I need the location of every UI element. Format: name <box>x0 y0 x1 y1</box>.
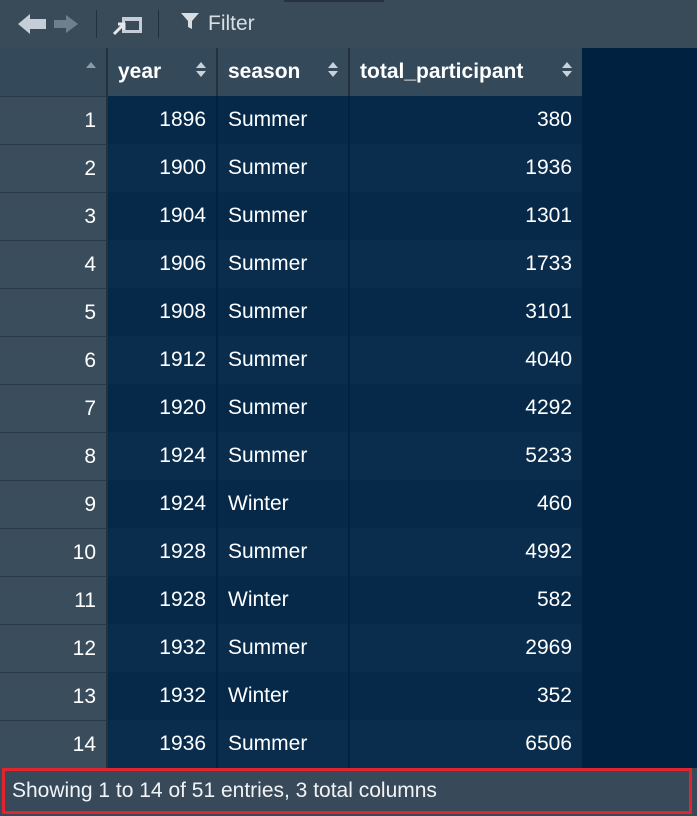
year-cell: 1900 <box>108 144 218 192</box>
row-number-cell: 6 <box>0 336 108 384</box>
sort-icon <box>562 58 572 80</box>
total-participant-cell: 2969 <box>350 624 582 672</box>
year-cell: 1924 <box>108 432 218 480</box>
table-row: 1 1896 Summer 380 <box>0 96 582 144</box>
year-cell: 1936 <box>108 720 218 768</box>
row-number-cell: 14 <box>0 720 108 768</box>
season-cell: Summer <box>218 240 350 288</box>
column-header-label: total_participant <box>360 60 524 83</box>
sort-icon <box>196 58 206 80</box>
year-cell: 1932 <box>108 624 218 672</box>
total-participant-cell: 3101 <box>350 288 582 336</box>
sort-up-icon <box>86 62 96 84</box>
season-cell: Winter <box>218 672 350 720</box>
table-row: 3 1904 Summer 1301 <box>0 192 582 240</box>
total-participant-cell: 582 <box>350 576 582 624</box>
total-participant-cell: 1733 <box>350 240 582 288</box>
year-cell: 1932 <box>108 672 218 720</box>
row-number-cell: 11 <box>0 576 108 624</box>
year-cell: 1908 <box>108 288 218 336</box>
row-number-header[interactable] <box>0 48 108 96</box>
row-number-cell: 7 <box>0 384 108 432</box>
season-cell: Summer <box>218 144 350 192</box>
year-cell: 1906 <box>108 240 218 288</box>
year-cell: 1896 <box>108 96 218 144</box>
status-text: Showing 1 to 14 of 51 entries, 3 total c… <box>12 779 437 802</box>
season-cell: Winter <box>218 480 350 528</box>
season-cell: Summer <box>218 384 350 432</box>
season-cell: Summer <box>218 336 350 384</box>
header-row: year season total_participant <box>0 48 582 96</box>
season-cell: Summer <box>218 192 350 240</box>
table-row: 7 1920 Summer 4292 <box>0 384 582 432</box>
total-participant-cell: 1936 <box>350 144 582 192</box>
table-row: 8 1924 Summer 5233 <box>0 432 582 480</box>
row-number-cell: 2 <box>0 144 108 192</box>
column-header-year[interactable]: year <box>108 48 218 96</box>
row-number-cell: 4 <box>0 240 108 288</box>
year-cell: 1924 <box>108 480 218 528</box>
year-cell: 1904 <box>108 192 218 240</box>
toolbar-separator <box>96 10 97 38</box>
season-cell: Summer <box>218 96 350 144</box>
tab-edge <box>284 0 384 2</box>
season-cell: Summer <box>218 528 350 576</box>
table-row: 14 1936 Summer 6506 <box>0 720 582 768</box>
total-participant-cell: 4292 <box>350 384 582 432</box>
toolbar-separator <box>158 10 159 38</box>
table-row: 13 1932 Winter 352 <box>0 672 582 720</box>
total-participant-cell: 4992 <box>350 528 582 576</box>
season-cell: Summer <box>218 288 350 336</box>
filter-button[interactable]: Filter <box>180 8 255 40</box>
status-highlight-box: Showing 1 to 14 of 51 entries, 3 total c… <box>2 768 692 814</box>
table-row: 11 1928 Winter 582 <box>0 576 582 624</box>
row-number-cell: 10 <box>0 528 108 576</box>
season-cell: Summer <box>218 624 350 672</box>
sort-icon <box>328 58 338 80</box>
status-bar: Showing 1 to 14 of 51 entries, 3 total c… <box>0 768 697 816</box>
year-cell: 1920 <box>108 384 218 432</box>
data-table: year season total_participant 1 1896 Summe… <box>0 48 582 768</box>
season-cell: Winter <box>218 576 350 624</box>
table-row: 5 1908 Summer 3101 <box>0 288 582 336</box>
arrow-right-icon[interactable] <box>52 12 80 41</box>
table-row: 12 1932 Summer 2969 <box>0 624 582 672</box>
total-participant-cell: 6506 <box>350 720 582 768</box>
table-row: 9 1924 Winter 460 <box>0 480 582 528</box>
total-participant-cell: 5233 <box>350 432 582 480</box>
table-row: 10 1928 Summer 4992 <box>0 528 582 576</box>
row-number-cell: 3 <box>0 192 108 240</box>
arrow-left-icon[interactable] <box>16 12 48 41</box>
popout-window-icon[interactable] <box>112 12 144 41</box>
table-row: 2 1900 Summer 1936 <box>0 144 582 192</box>
column-header-season[interactable]: season <box>218 48 350 96</box>
data-table-container[interactable]: year season total_participant 1 1896 Summe… <box>0 48 697 768</box>
total-participant-cell: 4040 <box>350 336 582 384</box>
row-number-cell: 8 <box>0 432 108 480</box>
column-header-total-participant[interactable]: total_participant <box>350 48 582 96</box>
toolbar: Filter <box>0 0 697 48</box>
column-header-label: season <box>228 60 301 83</box>
row-number-cell: 13 <box>0 672 108 720</box>
year-cell: 1928 <box>108 528 218 576</box>
filter-funnel-icon <box>180 11 200 37</box>
column-header-label: year <box>118 60 162 83</box>
total-participant-cell: 460 <box>350 480 582 528</box>
table-row: 4 1906 Summer 1733 <box>0 240 582 288</box>
season-cell: Summer <box>218 720 350 768</box>
year-cell: 1928 <box>108 576 218 624</box>
row-number-cell: 9 <box>0 480 108 528</box>
total-participant-cell: 1301 <box>350 192 582 240</box>
filter-label: Filter <box>208 12 255 35</box>
row-number-cell: 1 <box>0 96 108 144</box>
row-number-cell: 5 <box>0 288 108 336</box>
table-row: 6 1912 Summer 4040 <box>0 336 582 384</box>
row-number-cell: 12 <box>0 624 108 672</box>
season-cell: Summer <box>218 432 350 480</box>
total-participant-cell: 352 <box>350 672 582 720</box>
year-cell: 1912 <box>108 336 218 384</box>
total-participant-cell: 380 <box>350 96 582 144</box>
